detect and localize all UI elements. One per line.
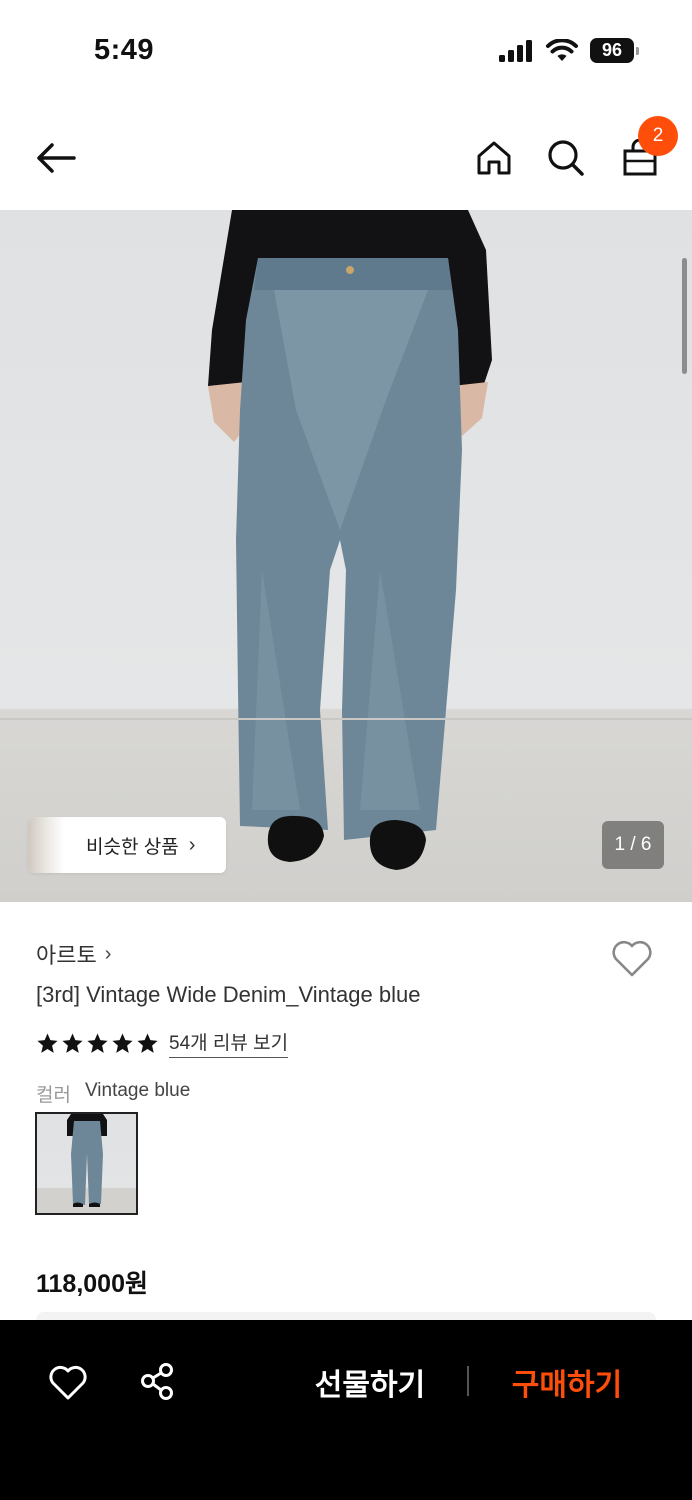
- chevron-right-icon: ›: [188, 833, 196, 856]
- chevron-right-icon: ›: [104, 942, 112, 965]
- star-icon: [62, 1032, 83, 1053]
- image-page-indicator: 1 / 6: [602, 821, 664, 869]
- search-icon: [548, 140, 584, 176]
- star-rating: [36, 1032, 159, 1055]
- wifi-icon: [546, 38, 578, 61]
- product-price: 118,000원: [36, 1270, 148, 1298]
- swatch-thumbnail: [67, 1114, 107, 1207]
- bottom-action-bar: 선물하기 구매하기: [0, 1320, 692, 1500]
- heart-icon: [49, 1365, 87, 1400]
- product-photo: [208, 210, 492, 870]
- color-value: Vintage blue: [84, 1080, 191, 1101]
- arrow-left-icon: [37, 143, 76, 173]
- gift-button[interactable]: 선물하기: [300, 1360, 440, 1404]
- bottom-wishlist-button[interactable]: [46, 1360, 90, 1404]
- brand-name: 아르토: [36, 943, 97, 968]
- rating-row: 54개 리뷰 보기: [36, 1028, 289, 1058]
- similar-products-button[interactable]: 비슷한 상품 ›: [28, 817, 226, 873]
- home-icon: [477, 141, 511, 175]
- top-nav: 2: [0, 104, 692, 210]
- status-bar: 5:49 96: [0, 0, 692, 104]
- color-label: 컬러: [36, 1085, 71, 1106]
- star-icon: [112, 1032, 133, 1053]
- signal-icon: [499, 39, 532, 62]
- status-time: 5:49: [94, 34, 155, 66]
- star-icon: [137, 1032, 158, 1053]
- brand-link[interactable]: 아르토 ›: [36, 938, 111, 970]
- star-icon: [87, 1032, 108, 1053]
- buy-button[interactable]: 구매하기: [494, 1360, 640, 1404]
- similar-products-label: 비슷한 상품: [86, 836, 179, 858]
- back-button[interactable]: [30, 132, 82, 184]
- wishlist-button[interactable]: [608, 934, 656, 982]
- star-icon: [37, 1032, 58, 1053]
- floor-line: [0, 718, 692, 720]
- share-icon: [141, 1363, 173, 1400]
- similar-product-thumbnail: [28, 817, 64, 873]
- color-swatch-selected[interactable]: [35, 1112, 138, 1215]
- share-button[interactable]: [136, 1360, 180, 1404]
- review-link[interactable]: 54개 리뷰 보기: [169, 1028, 289, 1058]
- home-button[interactable]: [468, 132, 520, 184]
- status-icons: 96: [498, 38, 639, 63]
- battery-indicator: 96: [590, 38, 639, 63]
- cart-count-badge: 2: [638, 116, 678, 156]
- search-button[interactable]: [540, 132, 592, 184]
- color-row: 컬러 Vintage blue: [36, 1080, 190, 1107]
- product-image[interactable]: 비슷한 상품 › 1 / 6: [0, 210, 692, 902]
- button-divider: [467, 1366, 469, 1396]
- product-name: [3rd] Vintage Wide Denim_Vintage blue: [36, 982, 421, 1007]
- image-scrollbar[interactable]: [682, 258, 687, 374]
- heart-icon: [612, 940, 652, 977]
